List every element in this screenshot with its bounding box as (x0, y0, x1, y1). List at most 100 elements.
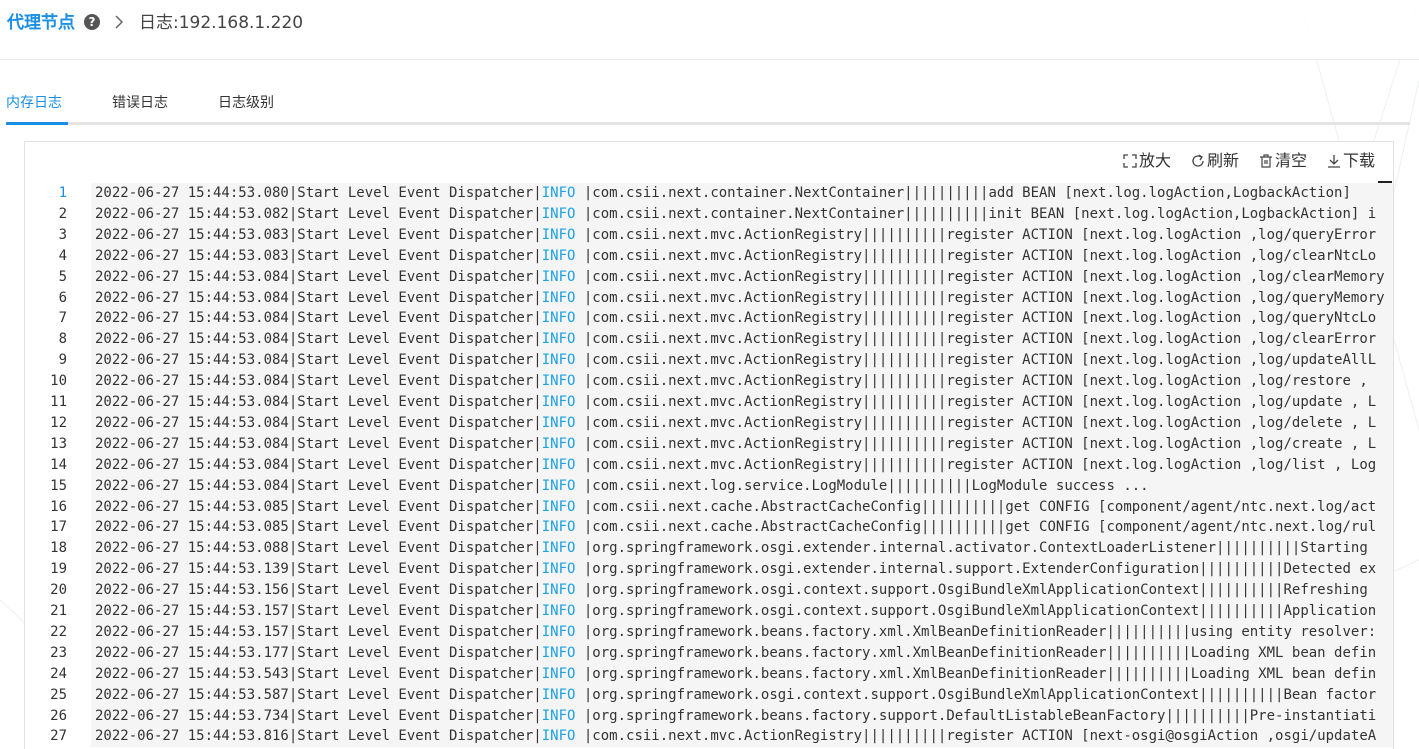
log-text: 2022-06-27 15:44:53.816|Start Level Even… (95, 726, 1376, 747)
line-number: 27 (50, 728, 67, 745)
breadcrumb-root-link[interactable]: 代理节点 (7, 11, 75, 35)
log-prefix: 2022-06-27 15:44:53.587|Start Level Even… (95, 686, 542, 703)
log-message: |com.csii.next.mvc.ActionRegistry|||||||… (575, 394, 1377, 410)
log-message: |com.csii.next.mvc.ActionRegistry|||||||… (575, 728, 1377, 745)
line-number: 6 (58, 289, 67, 306)
log-line: 26 2022-06-27 15:44:53.734|Start Level Ev… (25, 705, 1393, 727)
log-text: 2022-06-27 15:44:53.084|Start Level Even… (95, 392, 1376, 413)
log-message: |com.csii.next.mvc.ActionRegistry|||||||… (575, 373, 1377, 390)
log-text: 2022-06-27 15:44:53.084|Start Level Even… (95, 267, 1385, 288)
log-level: INFO (541, 352, 576, 369)
refresh-label: 刷新 (1206, 151, 1239, 170)
log-text: 2022-06-27 15:44:53.082|Start Level Even… (95, 204, 1376, 225)
log-text: 2022-06-27 15:44:53.088|Start Level Even… (95, 538, 1376, 559)
log-line: 18 2022-06-27 15:44:53.088|Start Level Ev… (25, 538, 1393, 560)
log-level: INFO (541, 644, 576, 661)
log-level: INFO (541, 728, 576, 745)
active-tab-indicator (6, 122, 68, 125)
line-number: 8 (58, 331, 67, 348)
log-message: |org.springframework.osgi.context.suppor… (575, 582, 1377, 599)
log-text: 2022-06-27 15:44:53.084|Start Level Even… (95, 413, 1376, 434)
download-icon (1327, 155, 1340, 168)
expand-icon (1123, 154, 1137, 168)
log-toolbar: 放大 刷新 清空 下载 (1123, 150, 1375, 172)
log-prefix: 2022-06-27 15:44:53.816|Start Level Even… (95, 728, 542, 745)
log-text: 2022-06-27 15:44:53.156|Start Level Even… (95, 580, 1376, 601)
log-prefix: 2022-06-27 15:44:53.080|Start Level Even… (95, 185, 542, 201)
log-text: 2022-06-27 15:44:53.157|Start Level Even… (95, 622, 1376, 643)
log-message: |org.springframework.beans.factory.xml.X… (575, 644, 1377, 661)
log-level: INFO (541, 414, 576, 431)
tab-log-level[interactable]: 日志级别 (218, 93, 274, 113)
line-number: 5 (58, 268, 67, 285)
line-number: 14 (50, 456, 67, 473)
log-line: 9 2022-06-27 15:44:53.084|Start Level Eve… (25, 350, 1393, 372)
log-message: |com.csii.next.mvc.ActionRegistry|||||||… (575, 310, 1377, 327)
line-number: 2 (58, 205, 67, 222)
log-level: INFO (541, 247, 576, 264)
log-line: 15 2022-06-27 15:44:53.084|Start Level Ev… (25, 475, 1393, 497)
line-number: 11 (50, 394, 67, 410)
log-prefix: 2022-06-27 15:44:53.084|Start Level Even… (95, 268, 542, 285)
log-prefix: 2022-06-27 15:44:53.734|Start Level Even… (95, 707, 542, 724)
zoom-button[interactable]: 放大 (1123, 150, 1171, 172)
log-level: INFO (541, 707, 576, 724)
log-prefix: 2022-06-27 15:44:53.082|Start Level Even… (95, 205, 542, 222)
log-level: INFO (541, 394, 576, 410)
log-line: 24 2022-06-27 15:44:53.543|Start Level Ev… (25, 663, 1393, 685)
log-message: |com.csii.next.mvc.ActionRegistry|||||||… (575, 226, 1377, 243)
log-prefix: 2022-06-27 15:44:53.084|Start Level Even… (95, 352, 542, 369)
log-panel: 放大 刷新 清空 下载 1 2022-06-27 15:44:53.080|Sta… (24, 141, 1394, 749)
log-prefix: 2022-06-27 15:44:53.084|Start Level Even… (95, 414, 542, 431)
line-number: 3 (58, 226, 67, 243)
log-prefix: 2022-06-27 15:44:53.084|Start Level Even… (95, 310, 542, 327)
log-editor[interactable]: 1 2022-06-27 15:44:53.080|Start Level Eve… (25, 181, 1393, 749)
log-line: 17 2022-06-27 15:44:53.085|Start Level Ev… (25, 517, 1393, 539)
line-number: 23 (50, 644, 67, 661)
tab-error-log[interactable]: 错误日志 (112, 93, 168, 113)
log-line: 25 2022-06-27 15:44:53.587|Start Level Ev… (25, 684, 1393, 706)
line-number: 13 (50, 435, 67, 452)
log-line: 1 2022-06-27 15:44:53.080|Start Level Eve… (25, 183, 1393, 204)
log-prefix: 2022-06-27 15:44:53.084|Start Level Even… (95, 477, 542, 494)
log-message: |com.csii.next.mvc.ActionRegistry|||||||… (575, 414, 1377, 431)
line-number: 26 (50, 707, 67, 724)
log-line: 14 2022-06-27 15:44:53.084|Start Level Ev… (25, 454, 1393, 476)
clear-button[interactable]: 清空 (1259, 150, 1307, 172)
log-text: 2022-06-27 15:44:53.177|Start Level Even… (95, 643, 1376, 664)
log-line: 23 2022-06-27 15:44:53.177|Start Level Ev… (25, 642, 1393, 664)
download-button[interactable]: 下载 (1327, 150, 1375, 172)
log-prefix: 2022-06-27 15:44:53.543|Start Level Even… (95, 665, 542, 682)
log-text: 2022-06-27 15:44:53.139|Start Level Even… (95, 559, 1376, 580)
line-number: 12 (50, 414, 67, 431)
log-prefix: 2022-06-27 15:44:53.083|Start Level Even… (95, 226, 542, 243)
log-line: 20 2022-06-27 15:44:53.156|Start Level Ev… (25, 580, 1393, 602)
log-line: 4 2022-06-27 15:44:53.083|Start Level Eve… (25, 245, 1393, 267)
log-message: |com.csii.next.container.NextContainer||… (575, 205, 1377, 222)
log-line: 11 2022-06-27 15:44:53.084|Start Level Ev… (25, 392, 1393, 413)
log-line: 22 2022-06-27 15:44:53.157|Start Level Ev… (25, 621, 1393, 643)
log-line: 10 2022-06-27 15:44:53.084|Start Level Ev… (25, 371, 1393, 393)
log-tabs: 内存日志 错误日志 日志级别 (6, 86, 1410, 126)
log-prefix: 2022-06-27 15:44:53.177|Start Level Even… (95, 644, 542, 661)
question-circle-icon[interactable]: ? (84, 14, 100, 30)
log-text: 2022-06-27 15:44:53.084|Start Level Even… (95, 329, 1376, 350)
tab-memory-log[interactable]: 内存日志 (6, 93, 62, 113)
log-message: |com.csii.next.cache.AbstractCacheConfig… (575, 519, 1377, 536)
clear-label: 清空 (1274, 151, 1307, 170)
log-level: INFO (541, 373, 576, 390)
log-prefix: 2022-06-27 15:44:53.088|Start Level Even… (95, 540, 542, 557)
log-line: 16 2022-06-27 15:44:53.085|Start Level Ev… (25, 496, 1393, 518)
line-number: 21 (50, 603, 67, 619)
log-message: |com.csii.next.mvc.ActionRegistry|||||||… (575, 456, 1377, 473)
page-header: 代理节点 ? 日志:192.168.1.220 (0, 0, 1419, 60)
log-prefix: 2022-06-27 15:44:53.083|Start Level Even… (95, 247, 542, 264)
log-prefix: 2022-06-27 15:44:53.084|Start Level Even… (95, 373, 542, 390)
line-number: 19 (50, 561, 67, 578)
log-level: INFO (541, 540, 576, 557)
refresh-icon (1192, 154, 1204, 167)
log-level: INFO (541, 477, 576, 494)
log-prefix: 2022-06-27 15:44:53.084|Start Level Even… (95, 331, 542, 348)
refresh-button[interactable]: 刷新 (1191, 150, 1239, 172)
log-line: 21 2022-06-27 15:44:53.157|Start Level Ev… (25, 601, 1393, 622)
